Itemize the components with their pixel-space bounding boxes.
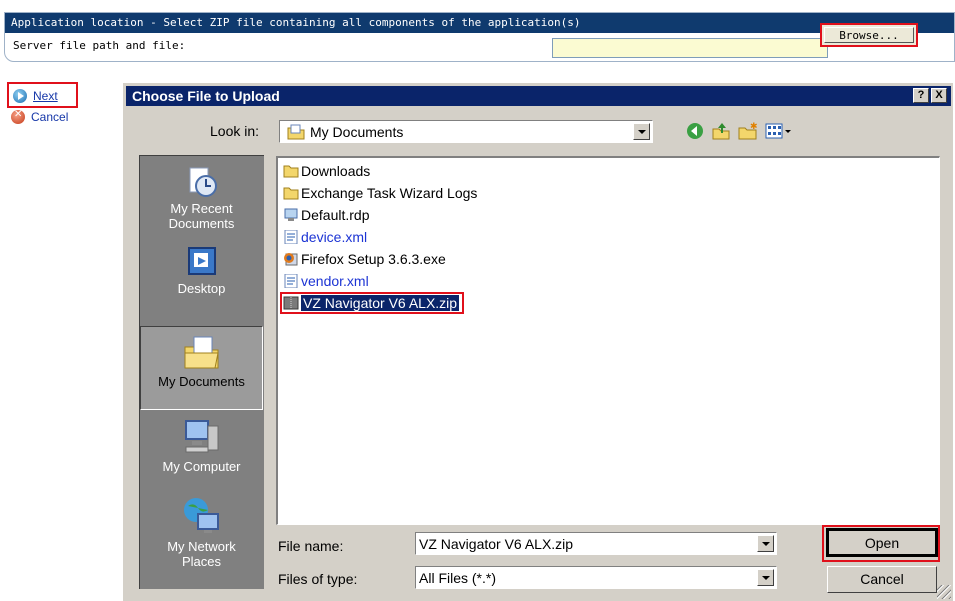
zip-file-icon [283,296,299,310]
back-icon[interactable] [685,121,705,141]
my-documents-small-icon [287,124,305,140]
files-of-type-label: Files of type: [278,571,358,587]
place-desktop[interactable]: Desktop [140,244,263,296]
cancel-link-label: Cancel [31,110,69,124]
file-item-downloads[interactable]: Downloads [283,162,370,180]
folder-icon [283,187,299,200]
file-name: Downloads [301,163,371,179]
close-button[interactable]: X [931,88,947,103]
look-in-value: My Documents [310,124,404,140]
file-item-vendor-xml[interactable]: vendor.xml [283,272,369,290]
server-path-label: Server file path and file: [13,39,186,52]
cancel-link[interactable]: Cancel [11,109,69,124]
look-in-dropdown[interactable]: My Documents [279,120,653,143]
file-name: vendor.xml [301,273,369,289]
places-bar: My Recent Documents Desktop My Documents [139,155,264,589]
files-of-type-dropdown-arrow[interactable] [757,569,774,586]
place-label: My Computer [162,459,241,474]
my-computer-icon [184,420,218,453]
place-label: Desktop [177,281,226,296]
xml-file-icon [284,274,298,288]
place-label: My Network Places [167,539,236,569]
file-item-default-rdp[interactable]: Default.rdp [283,206,369,224]
file-list[interactable]: Downloads Exchange Task Wizard Logs Defa… [276,156,940,525]
browse-button[interactable]: Browse... [820,23,918,47]
files-of-type-value: All Files (*.*) [419,570,497,586]
file-name: device.xml [301,229,368,245]
open-button[interactable]: Open [826,528,938,557]
new-folder-icon[interactable]: ✱ [737,121,759,141]
xml-file-icon [284,230,298,244]
help-button[interactable]: ? [913,88,929,103]
recent-documents-icon [189,167,217,197]
file-name-input[interactable]: VZ Navigator V6 ALX.zip [415,532,777,555]
file-name: Default.rdp [301,207,370,223]
file-name: VZ Navigator V6 ALX.zip [301,295,460,311]
server-path-input[interactable] [552,38,828,58]
file-name-dropdown-arrow[interactable] [757,535,774,552]
place-label: My Documents [158,374,245,389]
cancel-x-icon [11,109,25,124]
panel-header: Application location - Select ZIP file c… [5,13,954,33]
place-my-computer[interactable]: My Computer [140,418,263,474]
file-name-label: File name: [278,538,344,554]
desktop-icon [187,247,216,275]
file-name: Firefox Setup 3.6.3.exe [301,251,446,267]
place-my-recent-documents[interactable]: My Recent Documents [140,164,263,231]
next-arrow-icon [13,89,27,103]
dialog-title: Choose File to Upload [132,88,280,104]
my-documents-icon [184,336,219,369]
file-item-device-xml[interactable]: device.xml [283,228,367,246]
up-folder-icon[interactable] [711,121,731,141]
files-of-type-select[interactable]: All Files (*.*) [415,566,777,589]
dialog-toolbar: ✱ [685,121,825,143]
dialog-titlebar[interactable]: Choose File to Upload ? X [126,86,951,106]
place-my-documents[interactable]: My Documents [140,326,263,410]
place-my-network-places[interactable]: My Network Places [140,496,263,569]
view-menu-icon[interactable] [765,121,795,141]
file-item-firefox-setup[interactable]: Firefox Setup 3.6.3.exe [283,250,446,268]
installer-icon [284,253,298,266]
application-location-panel: Application location - Select ZIP file c… [4,12,955,62]
look-in-dropdown-arrow[interactable] [633,123,650,140]
file-item-vz-navigator-zip[interactable]: VZ Navigator V6 ALX.zip [280,292,465,314]
place-label: My Recent Documents [168,201,235,231]
file-name-value: VZ Navigator V6 ALX.zip [419,536,574,552]
svg-text:✱: ✱ [750,122,758,132]
choose-file-dialog: Choose File to Upload ? X Look in: My Do… [122,82,953,601]
next-link[interactable]: Next [7,82,78,108]
look-in-label-text: Look in: [210,123,260,139]
cancel-button[interactable]: Cancel [827,566,937,593]
network-places-icon [183,498,219,533]
folder-icon [283,165,299,178]
resize-grip[interactable] [937,585,951,599]
file-name: Exchange Task Wizard Logs [301,185,478,201]
next-link-label: Next [33,89,58,103]
look-in-label: Look in: [210,123,259,139]
remote-desktop-icon [284,208,298,221]
file-item-exchange-task-wizard-logs[interactable]: Exchange Task Wizard Logs [283,184,477,202]
browse-button-label: Browse... [824,27,914,43]
